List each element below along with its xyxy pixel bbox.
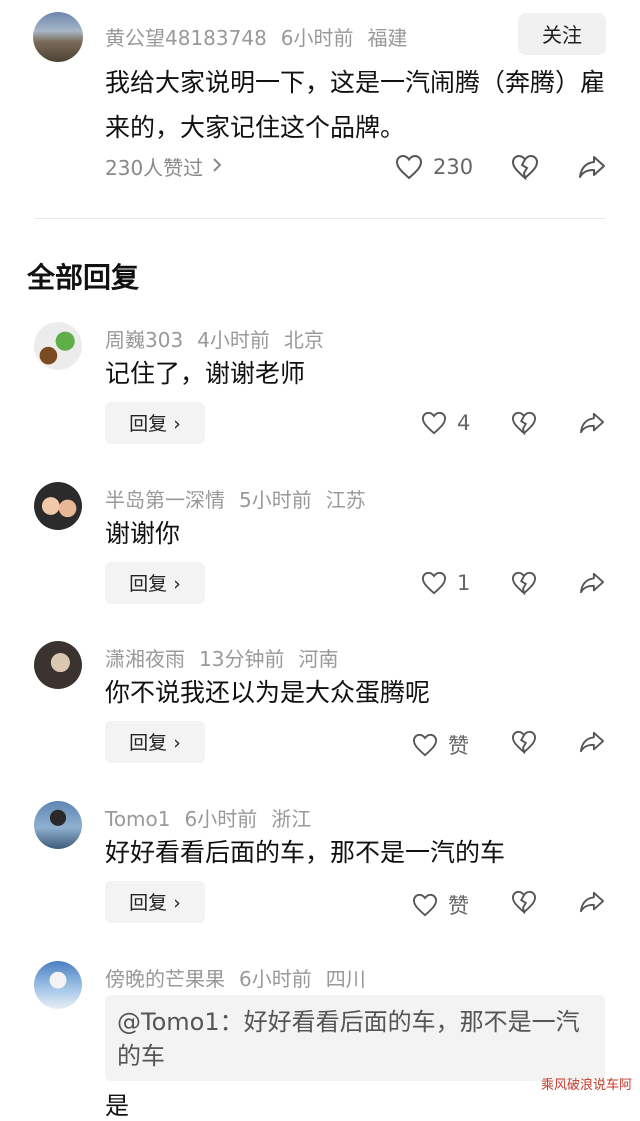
location: 福建	[367, 26, 408, 50]
heart-outline-icon	[412, 733, 438, 757]
timestamp: 6小时前	[239, 967, 312, 991]
like-button[interactable]: 赞	[412, 890, 469, 920]
avatar[interactable]	[33, 12, 83, 62]
reply-button[interactable]: 回复 ›	[105, 881, 205, 923]
share-arrow-icon	[580, 572, 604, 594]
location: 北京	[283, 328, 324, 352]
reply-item: 潇湘夜雨 13分钟前 河南 你不说我还以为是大众蛋腾呢 回复 › 赞	[0, 641, 640, 801]
like-count: 4	[457, 411, 471, 435]
quoted-reply: @Tomo1：好好看看后面的车，那不是一汽的车	[105, 995, 605, 1081]
username[interactable]: 周巍303	[105, 328, 183, 352]
broken-heart-icon	[511, 411, 537, 435]
heart-outline-icon	[412, 893, 438, 917]
like-button[interactable]: 4	[421, 411, 470, 435]
watermark: 乘风破浪说车阿	[540, 1078, 632, 1093]
reply-text: 你不说我还以为是大众蛋腾呢	[105, 678, 431, 707]
reply-meta: 周巍303 4小时前 北京	[105, 324, 338, 353]
dislike-button[interactable]	[511, 411, 537, 435]
reply-meta: 半岛第一深情 5小时前 江苏	[105, 484, 380, 513]
reply-button-label: 回复	[129, 732, 168, 754]
reply-item: 半岛第一深情 5小时前 江苏 谢谢你 回复 › 1	[0, 482, 640, 642]
reply-text: 好好看看后面的车，那不是一汽的车	[105, 838, 506, 867]
broken-heart-icon	[511, 890, 537, 914]
chevron-right-icon: ›	[173, 732, 181, 754]
location: 河南	[298, 647, 339, 671]
reply-meta: Tomo1 6小时前 浙江	[105, 803, 325, 832]
reply-meta: 傍晚的芒果果 6小时前 四川	[105, 963, 380, 992]
share-button[interactable]	[578, 154, 606, 180]
share-arrow-icon	[579, 156, 605, 178]
username[interactable]: Tomo1	[105, 807, 171, 831]
share-button[interactable]	[579, 730, 605, 754]
chevron-right-icon: ›	[173, 413, 181, 435]
broken-heart-icon	[511, 571, 537, 595]
location: 江苏	[325, 488, 366, 512]
share-arrow-icon	[580, 412, 604, 434]
like-button[interactable]: 1	[421, 571, 470, 595]
username[interactable]: 半岛第一深情	[105, 488, 225, 512]
username[interactable]: 黄公望48183748	[105, 26, 267, 50]
timestamp: 6小时前	[280, 26, 354, 50]
dislike-button[interactable]	[511, 571, 537, 595]
location: 四川	[325, 967, 366, 991]
chevron-right-icon: ›	[173, 892, 181, 914]
likers-link[interactable]: 230人赞过	[105, 152, 223, 181]
reply-button-label: 回复	[129, 573, 168, 595]
dislike-button[interactable]	[511, 730, 537, 754]
heart-outline-icon	[421, 411, 447, 435]
likers-count-text: 230人赞过	[105, 156, 204, 180]
reply-item: 周巍303 4小时前 北京 记住了，谢谢老师 回复 › 4	[0, 322, 640, 482]
reply-text: 记住了，谢谢老师	[105, 359, 306, 388]
like-button[interactable]: 赞	[412, 730, 469, 760]
timestamp: 6小时前	[184, 807, 258, 831]
reply-meta: 潇湘夜雨 13分钟前 河南	[105, 643, 352, 672]
reply-button[interactable]: 回复 ›	[105, 402, 205, 444]
reply-item: Tomo1 6小时前 浙江 好好看看后面的车，那不是一汽的车 回复 › 赞	[0, 801, 640, 961]
reply-button[interactable]: 回复 ›	[105, 721, 205, 763]
reply-text: 谢谢你	[105, 519, 181, 548]
top-comment: 黄公望48183748 6小时前 福建 关注 我给大家说明一下，这是一汽闹腾（奔腾）…	[0, 0, 640, 220]
section-title: 全部回复	[27, 261, 140, 294]
share-arrow-icon	[580, 891, 604, 913]
avatar[interactable]	[34, 801, 82, 849]
comment-meta: 黄公望48183748 6小时前 福建	[105, 22, 422, 51]
like-count: 230	[433, 155, 474, 179]
like-count: 1	[457, 571, 471, 595]
reply-button-label: 回复	[129, 892, 168, 914]
share-arrow-icon	[580, 731, 604, 753]
heart-outline-icon	[421, 571, 447, 595]
avatar[interactable]	[34, 961, 82, 1009]
comment-text: 我给大家说明一下，这是一汽闹腾（奔腾）雇来的，大家记住这个品牌。	[105, 68, 606, 142]
broken-heart-icon	[511, 730, 537, 754]
username[interactable]: 傍晚的芒果果	[105, 967, 225, 991]
divider	[35, 218, 605, 219]
location: 浙江	[271, 807, 312, 831]
reply-text: 是	[105, 1092, 129, 1120]
username[interactable]: 潇湘夜雨	[105, 647, 185, 671]
avatar[interactable]	[34, 322, 82, 370]
dislike-button[interactable]	[511, 890, 537, 914]
follow-button[interactable]: 关注	[518, 13, 606, 55]
heart-outline-icon	[395, 154, 423, 180]
like-button[interactable]: 230	[395, 154, 473, 180]
like-label: 赞	[448, 894, 469, 918]
chevron-right-icon	[211, 155, 223, 179]
timestamp: 4小时前	[197, 328, 270, 352]
avatar[interactable]	[34, 482, 82, 530]
reply-button-label: 回复	[129, 413, 168, 435]
chevron-right-icon: ›	[173, 573, 181, 595]
timestamp: 5小时前	[239, 488, 312, 512]
timestamp: 13分钟前	[199, 647, 285, 671]
share-button[interactable]	[579, 890, 605, 914]
broken-heart-icon	[511, 154, 539, 180]
avatar[interactable]	[34, 641, 82, 689]
dislike-button[interactable]	[511, 154, 539, 180]
reply-button[interactable]: 回复 ›	[105, 562, 205, 604]
share-button[interactable]	[579, 411, 605, 435]
like-label: 赞	[448, 734, 469, 758]
share-button[interactable]	[579, 571, 605, 595]
